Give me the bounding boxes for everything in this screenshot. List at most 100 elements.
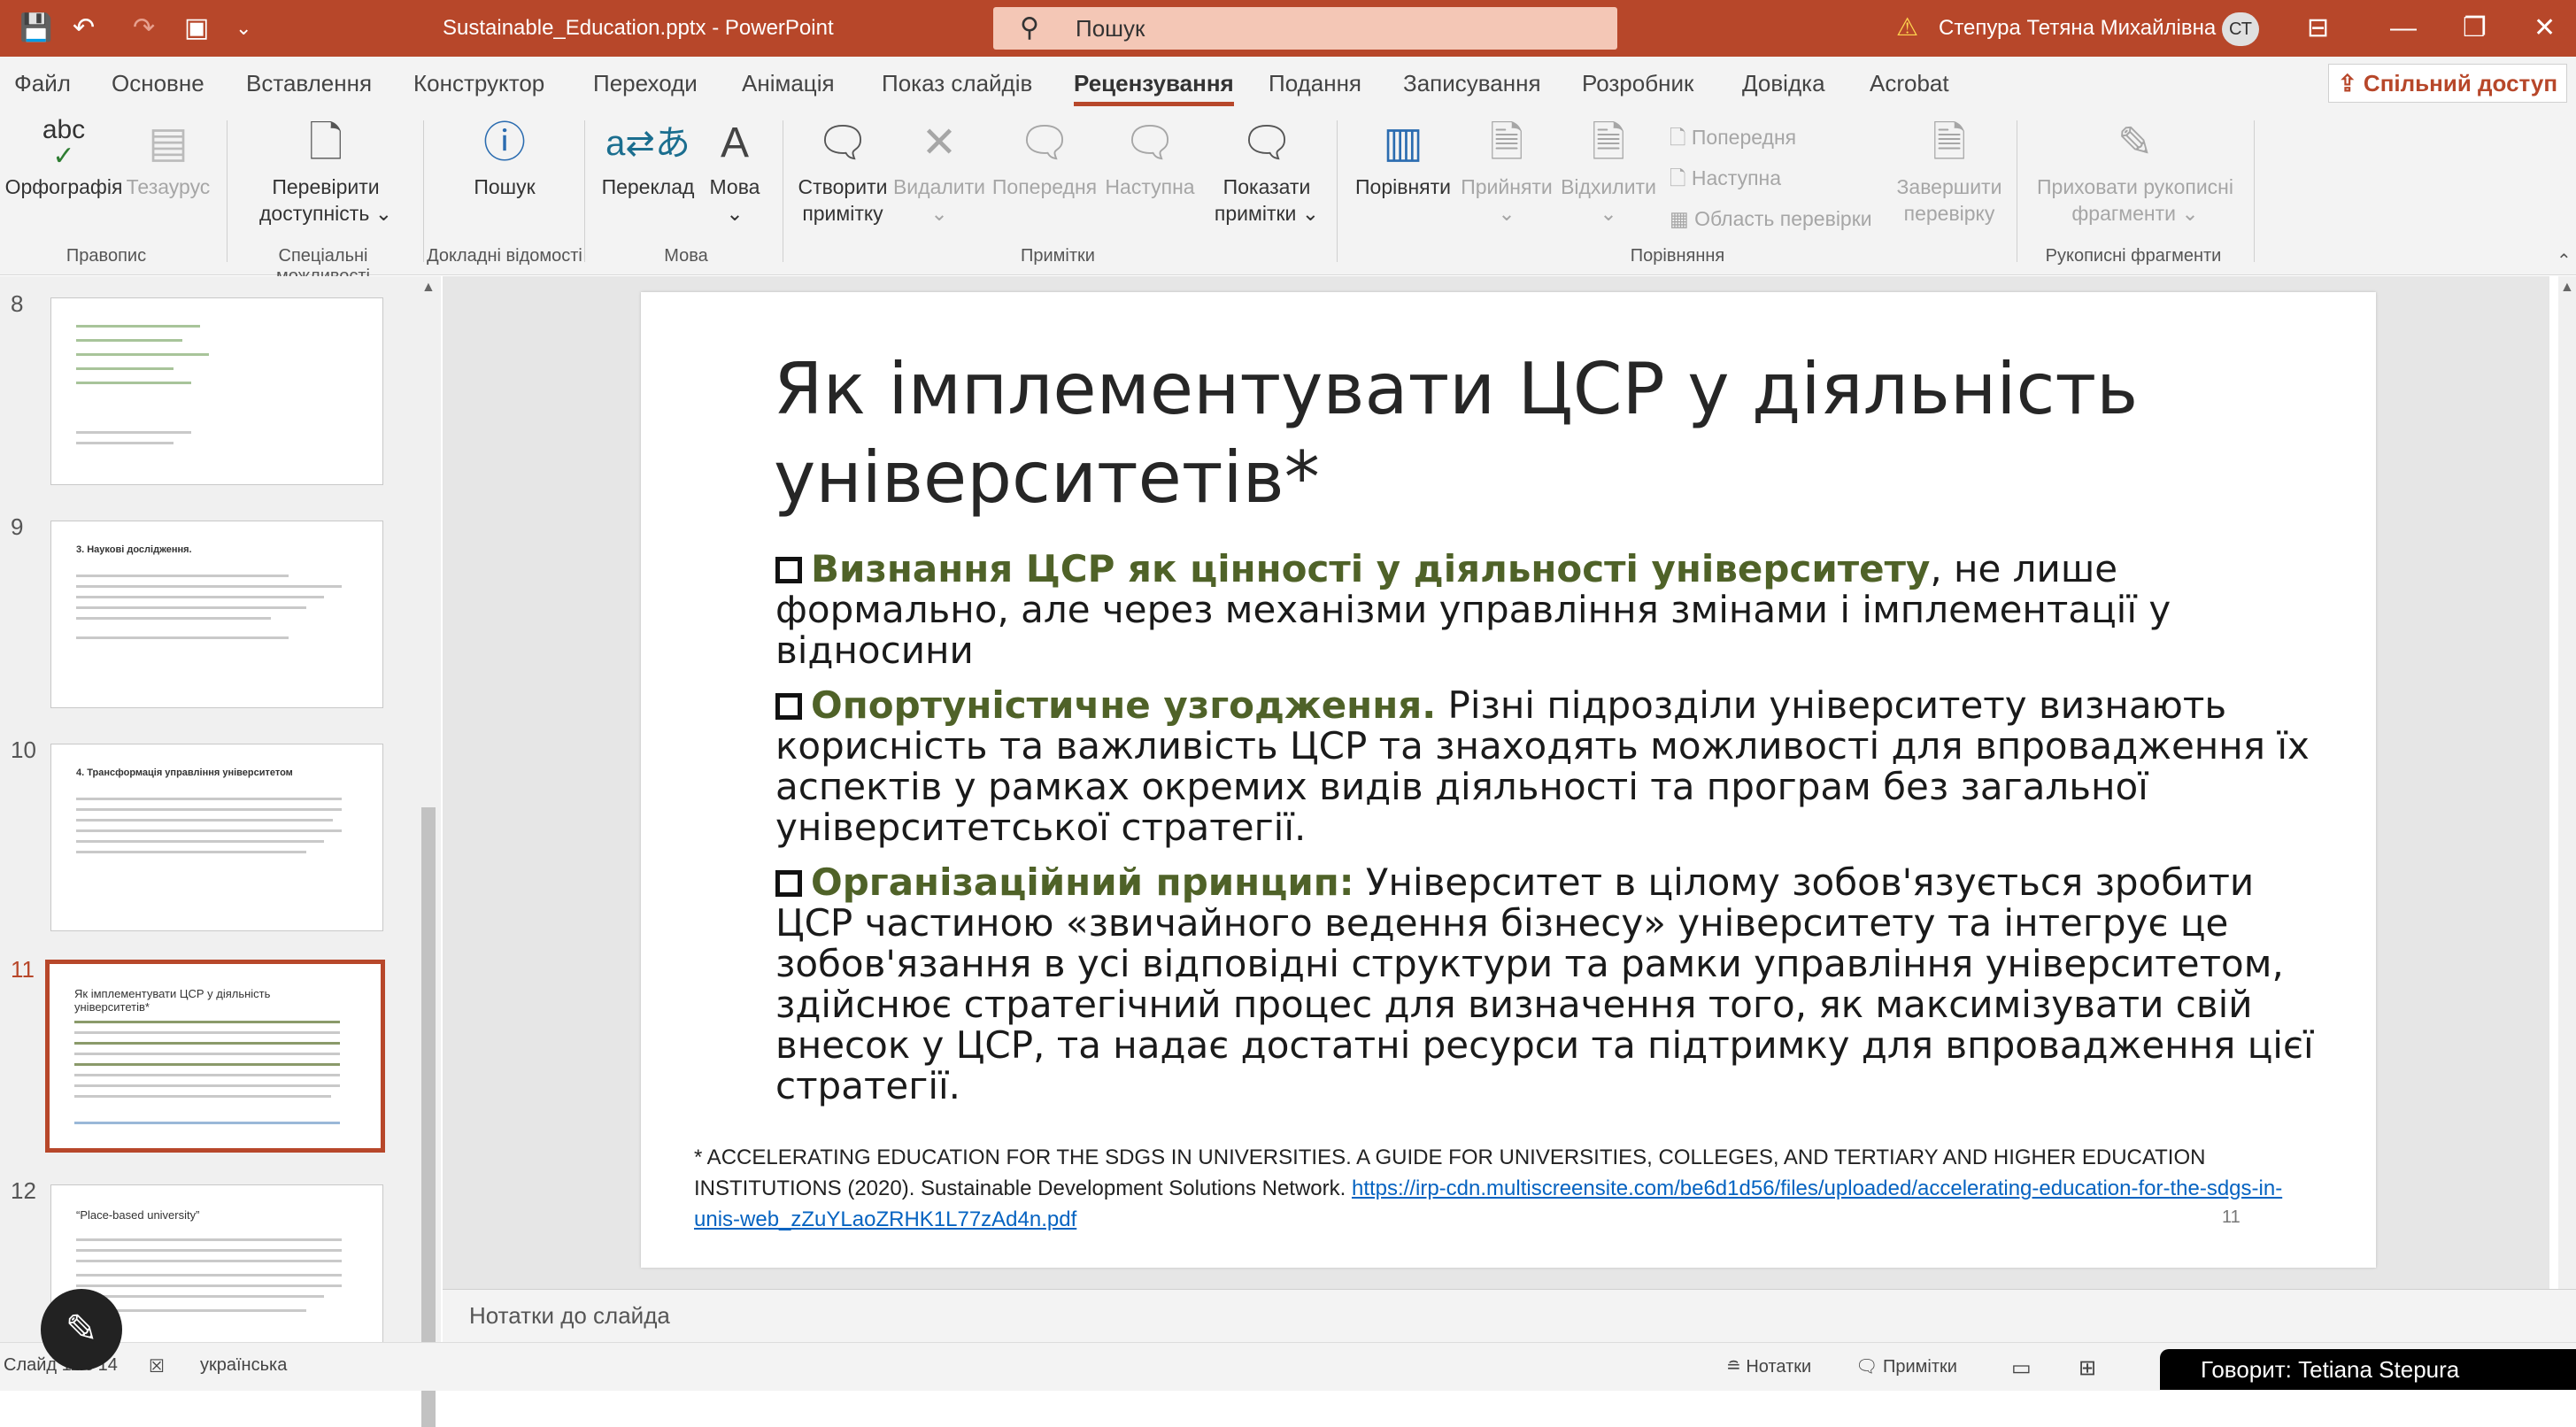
user-name[interactable]: Степура Тетяна Михайлівна: [1939, 12, 2216, 44]
notes-toggle[interactable]: ≘ Нотатки: [1726, 1355, 1811, 1377]
next-change-button[interactable]: 🗋 Наступна: [1670, 165, 1781, 191]
check-accessibility-button[interactable]: 🗋 Перевірити доступність ⌄: [246, 117, 405, 227]
previous-change-button[interactable]: 🗋 Попередня: [1670, 124, 1796, 150]
slide-footnote[interactable]: * ACCELERATING EDUCATION FOR THE SDGS IN…: [694, 1142, 2287, 1235]
thumbnail-scrollbar[interactable]: ▲: [416, 276, 441, 1427]
hide-ink-label-2: фрагменти: [2071, 202, 2176, 225]
accept-button[interactable]: 🗎 Прийняти ⌄: [1455, 117, 1558, 227]
delete-comment-button[interactable]: ✕ Видалити ⌄: [892, 117, 986, 227]
slide-thumbnails-panel: 8 9 3. Наукові дослідження. 10 4. Трансф…: [0, 276, 441, 1427]
spelling-icon: abc ✓: [42, 115, 86, 171]
comments-toggle[interactable]: 🗨 Примітки: [1855, 1355, 1957, 1377]
thesaurus-icon: ▤: [148, 120, 189, 166]
tab-home[interactable]: Основне: [112, 69, 204, 97]
notes-icon: ≘: [1726, 1357, 1741, 1377]
tab-file[interactable]: Файл: [14, 69, 71, 97]
scroll-thumb[interactable]: [421, 807, 436, 1427]
ribbon-display-icon[interactable]: ⊟: [2307, 11, 2329, 46]
tab-review[interactable]: Рецензування: [1074, 69, 1234, 106]
spelling-button[interactable]: abc ✓ Орфографія: [4, 117, 124, 200]
reject-icon: 🗎: [1591, 120, 1626, 166]
delete-comment-icon: ✕: [921, 120, 958, 166]
slide-bullet[interactable]: Визнання ЦСР як цінності у діяльності ун…: [775, 549, 2325, 671]
slide-bullet[interactable]: Організаційний принцип: Університет в ці…: [775, 862, 2325, 1107]
group-insights-label: Докладні відомості: [427, 246, 582, 266]
thumbnail-title: 3. Наукові дослідження.: [76, 544, 192, 555]
translate-label: Переклад: [601, 175, 695, 198]
slide-number: 9: [11, 513, 24, 540]
slideshow-icon[interactable]: ▣: [184, 9, 209, 48]
slide-title[interactable]: Як імплементувати ЦСР у діяльність уніве…: [774, 345, 2190, 522]
tab-slideshow[interactable]: Показ слайдів: [882, 69, 1032, 97]
share-icon: ⇪: [2337, 70, 2364, 96]
minimize-icon[interactable]: —: [2390, 11, 2417, 46]
reject-button[interactable]: 🗎 Відхилити ⌄: [1560, 117, 1657, 227]
next-change-label: Наступна: [1691, 166, 1782, 189]
dropdown-icon: ⌄: [1600, 202, 1617, 225]
slide-sorter-icon[interactable]: ⊞: [2079, 1355, 2096, 1381]
reviewing-pane-button[interactable]: ▦ Область перевірки: [1670, 205, 1872, 232]
speaker-caption-text: Говорит: Tetiana Stepura: [2201, 1356, 2460, 1383]
slide-number: 10: [11, 737, 36, 763]
thesaurus-button[interactable]: ▤ Тезаурус: [124, 117, 212, 200]
spell-check-icon[interactable]: ☒: [149, 1355, 165, 1377]
slide-canvas[interactable]: Як імплементувати ЦСР у діяльність уніве…: [641, 292, 2376, 1268]
slide-number: 12: [11, 1177, 36, 1204]
scroll-up-icon[interactable]: ▲: [2560, 280, 2574, 296]
language-status[interactable]: українська: [200, 1355, 287, 1376]
show-comments-button[interactable]: 🗨 Показати примітки ⌄: [1207, 117, 1326, 227]
scroll-up-icon[interactable]: ▲: [421, 280, 436, 296]
language-button[interactable]: A Мова ⌄: [699, 117, 770, 227]
tab-design[interactable]: Конструктор: [413, 69, 544, 97]
translate-button[interactable]: a⇄あ Переклад: [595, 117, 701, 200]
search-box[interactable]: ⚲ Пошук: [993, 7, 1617, 50]
tab-help[interactable]: Довідка: [1742, 69, 1825, 97]
show-comments-label-1: Показати: [1222, 175, 1311, 198]
slide-scrollbar[interactable]: ▲ ▼: [2558, 276, 2576, 1342]
slide-page-number: 11: [2222, 1207, 2241, 1227]
comment-icon: 🗨: [1855, 1357, 1878, 1377]
notes-placeholder: Нотатки до слайда: [469, 1302, 670, 1329]
accessibility-icon: 🗋: [308, 120, 343, 166]
tab-acrobat[interactable]: Acrobat: [1870, 69, 1949, 97]
redo-icon[interactable]: ↷: [133, 9, 155, 48]
collapse-ribbon-icon[interactable]: ⌃: [2557, 250, 2572, 272]
slide-thumbnail[interactable]: 4. Трансформація управління університето…: [50, 744, 383, 931]
previous-comment-button[interactable]: 🗨 Попередня: [990, 117, 1099, 200]
thumbnail-title: Як імплементувати ЦСР у діяльність уніве…: [74, 987, 271, 1014]
slide-thumbnail[interactable]: [50, 297, 383, 485]
ribbon-tabs: Файл Основне Вставлення Конструктор Пере…: [0, 57, 2576, 108]
thesaurus-label: Тезаурус: [126, 175, 211, 198]
compare-button[interactable]: ▥ Порівняти: [1349, 117, 1457, 200]
share-button[interactable]: ⇪ Спільний доступ: [2328, 64, 2567, 103]
pen-icon[interactable]: ✎: [41, 1289, 122, 1370]
tab-record[interactable]: Записування: [1403, 69, 1541, 97]
tab-animations[interactable]: Анімація: [742, 69, 835, 97]
hide-ink-button[interactable]: ✎ Приховати рукописні фрагменти ⌄: [2029, 117, 2241, 227]
accessibility-label-2: доступність: [259, 202, 370, 225]
slide-bullet[interactable]: Опортуністичне узгодження. Різні підрозд…: [775, 685, 2325, 848]
smart-lookup-button[interactable]: ⓘ Пошук: [460, 117, 549, 200]
tab-developer[interactable]: Розробник: [1582, 69, 1693, 97]
avatar[interactable]: СТ: [2222, 12, 2259, 46]
notes-pane[interactable]: Нотатки до слайда: [443, 1289, 2576, 1343]
previous-change-label: Попередня: [1691, 126, 1797, 149]
tab-transitions[interactable]: Переходи: [593, 69, 698, 97]
new-comment-button[interactable]: 🗨 Створити примітку: [788, 117, 898, 227]
slide-thumbnail-selected[interactable]: Як імплементувати ЦСР у діяльність уніве…: [45, 960, 385, 1153]
slide-thumbnail[interactable]: 3. Наукові дослідження.: [50, 521, 383, 708]
restore-icon[interactable]: ❐: [2463, 11, 2487, 46]
close-icon[interactable]: ✕: [2534, 11, 2556, 46]
save-icon[interactable]: 💾: [19, 9, 52, 48]
customize-qat-icon[interactable]: ⌄: [235, 9, 251, 48]
tab-insert[interactable]: Вставлення: [246, 69, 372, 97]
next-comment-button[interactable]: 🗨 Наступна: [1101, 117, 1199, 200]
end-review-button[interactable]: 🗎 Завершити перевірку: [1894, 117, 2004, 227]
hide-ink-icon: ✎: [2117, 120, 2154, 166]
warning-icon[interactable]: ⚠: [1896, 12, 1918, 42]
tab-view[interactable]: Подання: [1269, 69, 1361, 97]
undo-icon[interactable]: ↶: [73, 9, 95, 48]
dropdown-icon: ⌄: [726, 202, 744, 225]
new-comment-icon: 🗨: [815, 120, 870, 166]
normal-view-icon[interactable]: ▭: [2011, 1355, 2032, 1381]
